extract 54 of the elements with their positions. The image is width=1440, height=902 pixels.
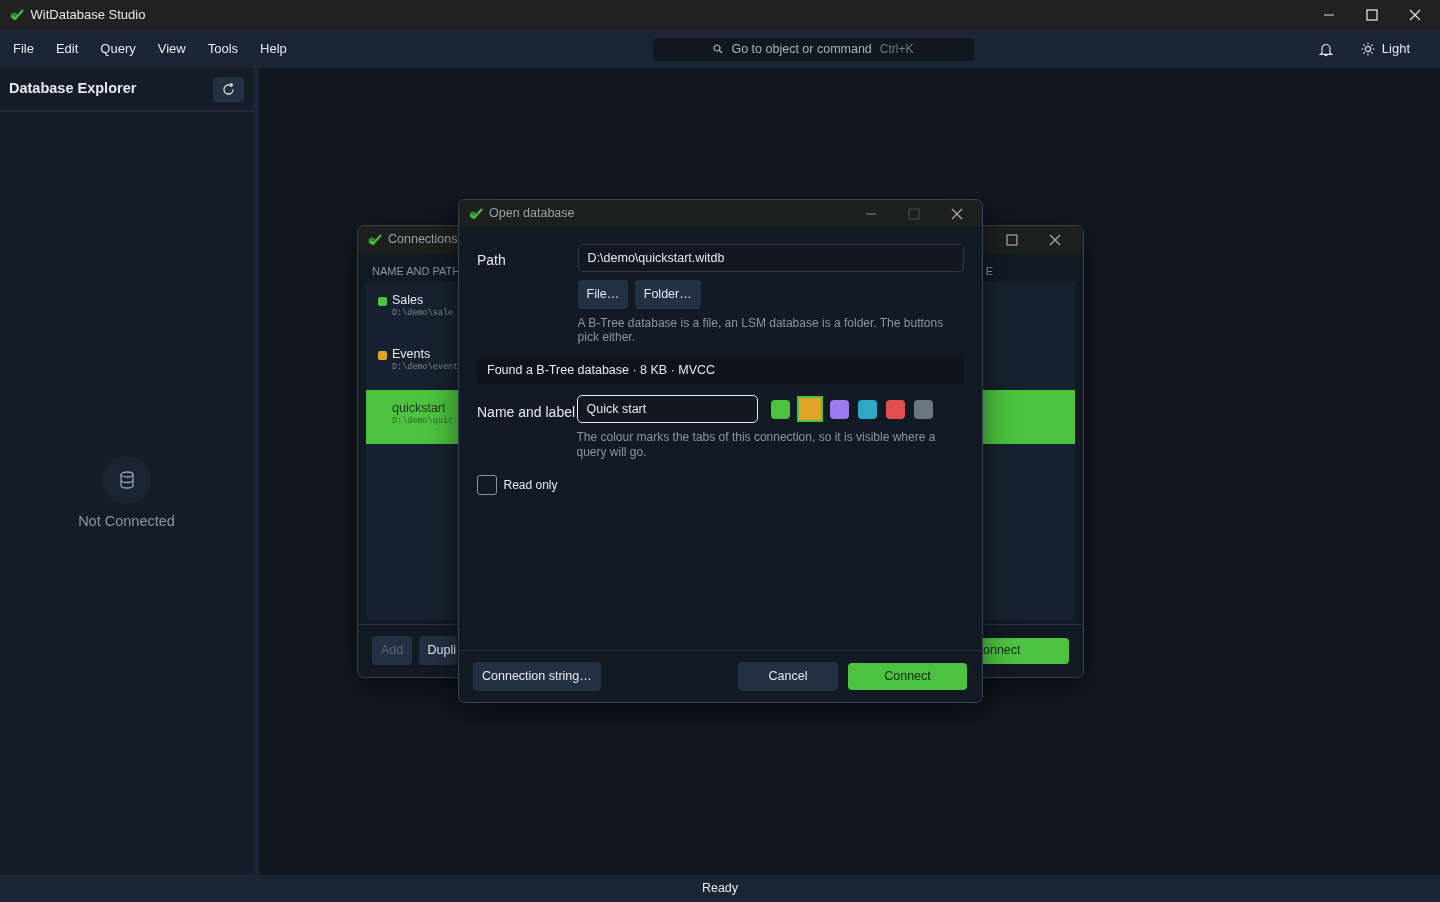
file-button[interactable]: File… [577, 280, 629, 309]
field-label: Name and label [477, 403, 577, 423]
read-only-checkbox[interactable] [477, 475, 497, 496]
folder-button[interactable]: Folder… [634, 280, 701, 309]
menu-item[interactable]: View [148, 35, 195, 63]
color-swatch[interactable] [770, 399, 790, 419]
hint-text: A B-Tree database is a file, an LSM database is a folder. The buttons pick either. [577, 315, 945, 345]
menu-item[interactable]: Query [91, 35, 145, 63]
refresh-button[interactable] [213, 76, 244, 102]
app-logo-icon [368, 233, 382, 246]
menu-item[interactable]: File [4, 35, 43, 63]
empty-state-text: Not Connected [78, 511, 175, 531]
color-swatch[interactable] [913, 399, 933, 419]
notification-bell-icon[interactable] [1318, 41, 1333, 57]
close-icon [1048, 233, 1061, 246]
cancel-button[interactable]: Cancel [738, 662, 838, 691]
maximize-icon [908, 207, 920, 220]
app-logo-icon [10, 9, 24, 21]
maximize-icon [1366, 9, 1378, 21]
close-icon [1409, 9, 1421, 21]
hint-text: The colour marks the tabs of this connection, so it is visible where a query will go. [576, 430, 937, 460]
connection-item[interactable]: Sales D:\demo\sale [366, 281, 458, 336]
column-header: E [985, 264, 993, 279]
menu-item[interactable]: Help [251, 35, 296, 63]
color-swatch[interactable] [857, 399, 877, 419]
sun-icon [1361, 42, 1376, 56]
refresh-icon [222, 82, 235, 96]
menu-item[interactable]: Edit [46, 35, 88, 63]
app-logo-icon [469, 207, 483, 220]
menu-item[interactable]: Tools [198, 35, 248, 63]
path-field[interactable]: D:\demo\quickstart.witdb [577, 244, 964, 272]
maximize-icon [1005, 233, 1018, 246]
search-icon [713, 44, 724, 54]
connection-string-button[interactable]: Connection string… [473, 662, 601, 691]
database-icon [102, 456, 151, 504]
theme-toggle[interactable]: Light [1352, 35, 1419, 63]
command-search-field[interactable]: Go to object or command Ctrl+K [653, 37, 974, 61]
color-swatch[interactable] [885, 399, 905, 419]
close-icon [951, 207, 963, 220]
window-title: Connections [388, 231, 458, 249]
color-swatch[interactable] [798, 398, 821, 421]
connect-button[interactable]: Connect [848, 663, 967, 691]
connection-item[interactable]: quickstart D:\demo\quic [366, 389, 458, 444]
window-title: WitDatabase Studio [30, 6, 146, 25]
status-text: Ready [701, 880, 739, 898]
duplicate-button[interactable]: Dupli [418, 636, 457, 665]
checkbox-label: Read only [503, 477, 558, 495]
panel-title: Database Explorer [9, 79, 137, 99]
window-title: Open database [489, 205, 575, 223]
color-swatch[interactable] [829, 399, 849, 419]
name-field[interactable]: Quick start [576, 395, 758, 424]
field-label: Path [477, 251, 507, 270]
detection-result: Found a B-Tree database · 8 KB · MVCC [477, 354, 964, 386]
connection-item[interactable]: Events D:\demo\event [366, 335, 458, 390]
